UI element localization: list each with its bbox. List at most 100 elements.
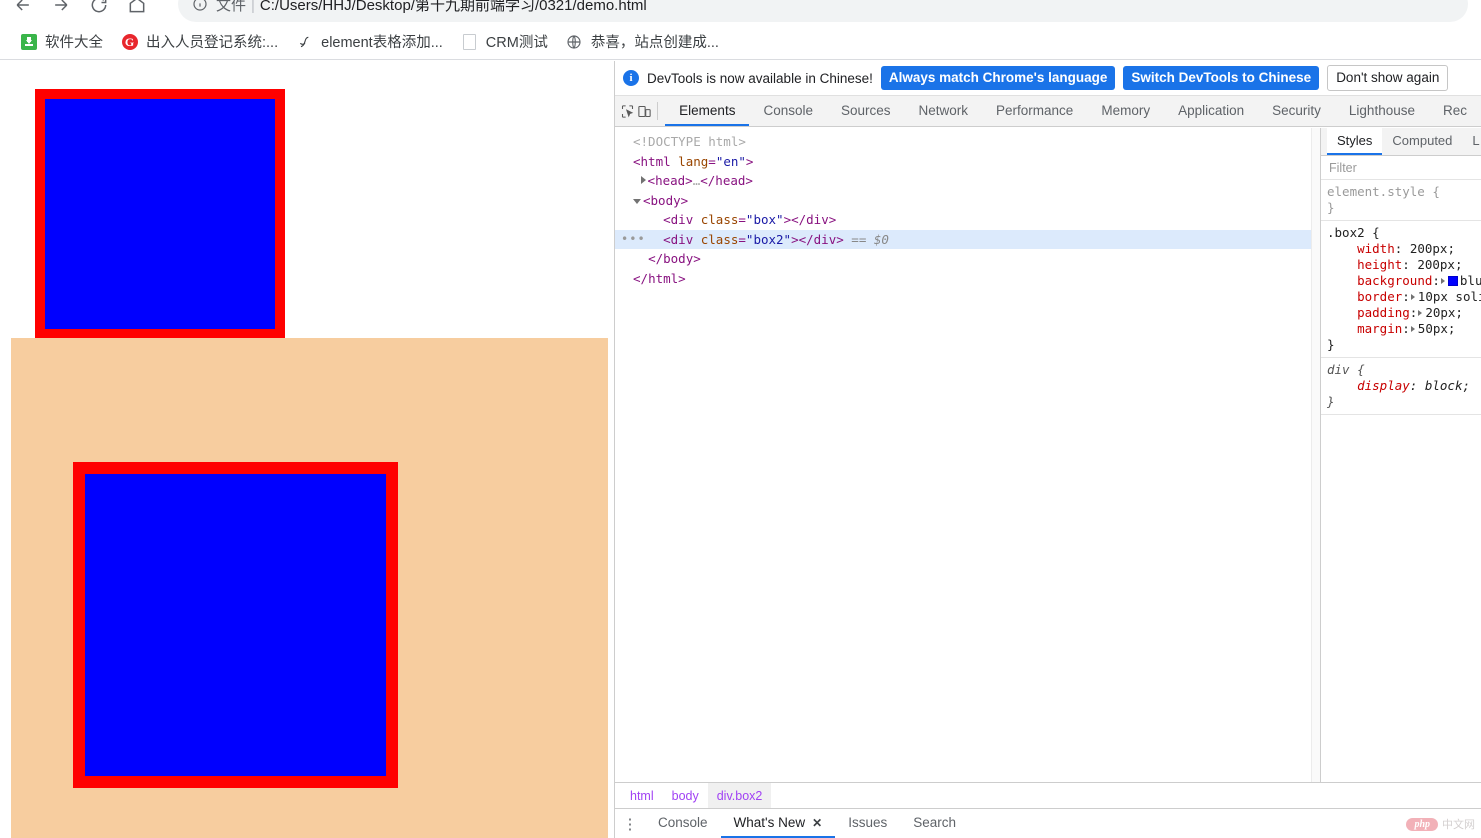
css-property-border[interactable]: border (1357, 289, 1402, 304)
css-value-height[interactable]: 200px; (1417, 257, 1462, 272)
navigation-buttons (8, 0, 152, 20)
dom-row-html-open[interactable]: <html lang="en"> (615, 152, 1320, 172)
tab-computed[interactable]: Computed (1382, 128, 1462, 155)
chevron-right-icon[interactable] (1410, 326, 1415, 332)
bookmark-item-element-table[interactable]: element表格添加... (288, 27, 451, 56)
tab-memory[interactable]: Memory (1087, 96, 1164, 126)
dom-tree-pane: <!DOCTYPE html> <html lang="en"> <head>…… (615, 128, 1321, 782)
tab-performance[interactable]: Performance (982, 96, 1087, 126)
dom-tree-scrollbar[interactable] (1311, 128, 1320, 782)
devtools-body: <!DOCTYPE html> <html lang="en"> <head>…… (615, 128, 1481, 782)
tab-sources[interactable]: Sources (827, 96, 905, 126)
dom-row-div-box2[interactable]: ••• <div class="box2"></div> == $0 (615, 229, 1320, 250)
drawer-tab-issues[interactable]: Issues (835, 809, 900, 838)
device-toolbar-icon[interactable] (636, 96, 653, 126)
reload-icon[interactable] (84, 0, 114, 20)
tab-lighthouse[interactable]: Lighthouse (1335, 96, 1429, 126)
tab-console[interactable]: Console (749, 96, 827, 126)
css-rule-box2[interactable]: .box2 { width: 200px; height: 200px; bac… (1321, 221, 1481, 358)
tab-styles[interactable]: Styles (1327, 128, 1383, 155)
dont-show-again-button[interactable]: Don't show again (1327, 65, 1449, 91)
dom-breadcrumb: html body div.box2 (615, 782, 1481, 808)
forward-arrow-icon[interactable] (46, 0, 76, 20)
watermark: php 中文网 (1406, 816, 1475, 832)
switch-devtools-to-chinese-button[interactable]: Switch DevTools to Chinese (1123, 66, 1320, 90)
dom-row-body-open[interactable]: <body> (615, 191, 1320, 211)
css-rule-div-ua[interactable]: div { display: block; } (1321, 358, 1481, 415)
collapse-triangle-icon[interactable] (633, 198, 641, 204)
dom-row-div-box[interactable]: <div class="box"></div> (615, 210, 1320, 230)
watermark-site: 中文网 (1442, 819, 1475, 831)
bookmark-item-site-created[interactable]: 恭喜，站点创建成... (558, 27, 727, 56)
styles-filter-input[interactable]: Filter (1321, 156, 1481, 180)
breadcrumb-item-div-box2[interactable]: div.box2 (707, 783, 772, 808)
breadcrumb-item-html[interactable]: html (621, 783, 663, 808)
css-brace-close: } (1327, 200, 1335, 215)
css-property-padding[interactable]: padding (1357, 305, 1410, 320)
watermark-brand: php (1406, 817, 1438, 831)
chevron-right-icon[interactable] (1418, 310, 1423, 316)
rendered-box-1[interactable] (35, 89, 285, 339)
styles-filter-placeholder: Filter (1329, 160, 1357, 175)
pen-icon (296, 33, 313, 50)
css-selector: .box2 { (1327, 225, 1380, 240)
dom-row-doctype[interactable]: <!DOCTYPE html> (615, 132, 1320, 152)
css-value-margin[interactable]: 50px; (1418, 321, 1456, 336)
tab-recorder[interactable]: Rec (1429, 96, 1481, 126)
css-property-background[interactable]: background (1357, 273, 1432, 288)
more-vertical-icon[interactable]: ⋮ (615, 809, 645, 838)
chevron-right-icon[interactable] (1410, 294, 1415, 300)
css-value-width[interactable]: 200px; (1410, 241, 1455, 256)
css-property-display: display (1357, 378, 1410, 393)
dom-row-head[interactable]: <head>…</head> (615, 171, 1320, 191)
css-value-border[interactable]: 10px soli (1418, 289, 1481, 304)
dom-row-body-close[interactable]: </body> (615, 249, 1320, 269)
rendered-box-2[interactable] (73, 462, 398, 788)
css-brace-close: } (1327, 337, 1335, 352)
devtools-language-banner: i DevTools is now available in Chinese! … (615, 61, 1481, 96)
color-swatch[interactable] (1447, 276, 1458, 286)
css-property-height[interactable]: height (1357, 257, 1402, 272)
css-property-margin[interactable]: margin (1357, 321, 1402, 336)
bookmark-item-crm[interactable]: CRM测试 (453, 27, 556, 56)
always-match-language-button[interactable]: Always match Chrome's language (880, 66, 1116, 90)
dom-row-menu-icon[interactable]: ••• (621, 230, 646, 250)
back-arrow-icon[interactable] (8, 0, 38, 20)
breadcrumb-item-body[interactable]: body (663, 783, 708, 808)
banner-message: DevTools is now available in Chinese! (647, 70, 873, 86)
bookmarks-bar: 软件大全 G 出入人员登记系统:... element表格添加... CRM测试… (0, 24, 1481, 60)
css-property-width[interactable]: width (1357, 241, 1395, 256)
drawer-tab-whats-new[interactable]: What's New ✕ (720, 809, 836, 838)
bookmark-item-registration[interactable]: G 出入人员登记系统:... (113, 27, 286, 56)
browser-window: 文件 | C:/Users/HHJ/Desktop/第十九期前端学习/0321/de… (0, 0, 1481, 838)
devtools-panel: i DevTools is now available in Chinese! … (614, 61, 1481, 838)
globe-icon (566, 33, 583, 50)
tab-application[interactable]: Application (1164, 96, 1258, 126)
css-value-display: block; (1424, 378, 1471, 393)
css-selector: div { (1327, 362, 1365, 377)
drawer-tab-search[interactable]: Search (900, 809, 969, 838)
home-icon[interactable] (122, 0, 152, 20)
file-info-icon[interactable] (192, 0, 208, 12)
tab-layout[interactable]: L (1462, 128, 1481, 155)
page-viewport (0, 61, 614, 838)
expand-triangle-icon[interactable] (640, 176, 646, 184)
css-value-padding[interactable]: 20px; (1425, 305, 1463, 320)
css-rule-element-style[interactable]: element.style { } (1321, 180, 1481, 221)
address-scheme: 文件 (216, 0, 247, 14)
styles-pane: Styles Computed L Filter element.style {… (1321, 128, 1481, 782)
selected-node-marker: == $0 (851, 231, 889, 247)
tab-elements[interactable]: Elements (665, 96, 750, 126)
inspect-element-icon[interactable] (619, 96, 636, 126)
tab-network[interactable]: Network (905, 96, 983, 126)
dom-row-html-close[interactable]: </html> (615, 269, 1320, 289)
drawer-tab-console[interactable]: Console (645, 809, 721, 838)
styles-tab-strip: Styles Computed L (1321, 128, 1481, 156)
drawer-tab-label: What's New (733, 815, 806, 830)
css-value-background[interactable]: blue (1460, 273, 1481, 288)
chevron-right-icon[interactable] (1440, 278, 1445, 284)
close-icon[interactable]: ✕ (812, 816, 822, 830)
address-bar[interactable]: 文件 | C:/Users/HHJ/Desktop/第十九期前端学习/0321/de… (178, 0, 1468, 22)
tab-security[interactable]: Security (1258, 96, 1335, 126)
bookmark-item-software[interactable]: 软件大全 (12, 27, 111, 56)
